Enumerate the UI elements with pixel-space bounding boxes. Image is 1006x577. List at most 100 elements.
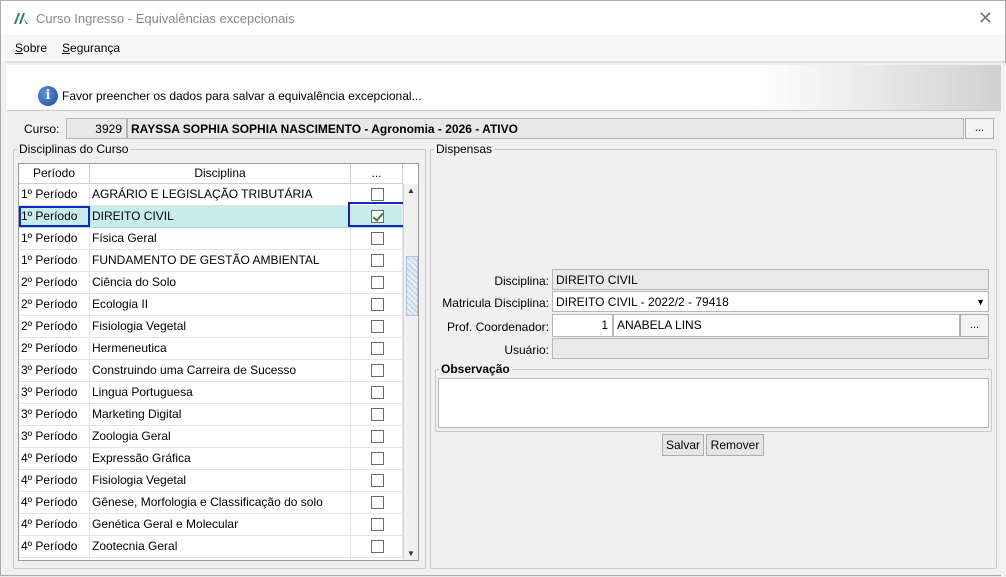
cell-disciplina[interactable]: Lingua Portuguesa: [90, 382, 351, 403]
row-checkbox[interactable]: [371, 320, 384, 333]
table-row[interactable]: 1º Período Física Geral: [19, 228, 403, 250]
curso-lookup-button[interactable]: ...: [965, 118, 994, 139]
salvar-button[interactable]: Salvar: [662, 434, 704, 456]
table-row[interactable]: 3º Período Lingua Portuguesa: [19, 382, 403, 404]
row-checkbox[interactable]: [371, 188, 384, 201]
table-row[interactable]: 4º Período Fisiologia Vegetal: [19, 470, 403, 492]
cell-periodo[interactable]: 3º Período: [19, 382, 90, 403]
scrollbar-thumb[interactable]: [406, 256, 418, 316]
cell-periodo[interactable]: 4º Período: [19, 536, 90, 557]
row-checkbox[interactable]: [371, 408, 384, 421]
cell-periodo[interactable]: 1º Período: [19, 184, 90, 205]
cell-disciplina[interactable]: Marketing Digital: [90, 404, 351, 425]
row-checkbox[interactable]: [371, 276, 384, 289]
row-checkbox[interactable]: [371, 298, 384, 311]
matricula-label: Matricula Disciplina:: [442, 296, 549, 310]
row-checkbox[interactable]: [371, 430, 384, 443]
cell-disciplina[interactable]: Ecologia II: [90, 294, 351, 315]
cell-disciplina[interactable]: Gênese, Morfologia e Classificação do so…: [90, 492, 351, 513]
matricula-selected-value: DIREITO CIVIL - 2022/2 - 79418: [556, 295, 729, 309]
cell-periodo[interactable]: 3º Período: [19, 426, 90, 447]
table-row[interactable]: 1º Período FUNDAMENTO DE GESTÃO AMBIENTAL: [19, 250, 403, 272]
usuario-field: [552, 338, 989, 359]
cell-disciplina[interactable]: Expressão Gráfica: [90, 448, 351, 469]
scroll-down-icon[interactable]: ▼: [407, 549, 415, 558]
cell-check: [351, 316, 403, 337]
cell-periodo[interactable]: 1º Período: [19, 250, 90, 271]
cell-periodo[interactable]: 3º Período: [19, 404, 90, 425]
matricula-select[interactable]: DIREITO CIVIL - 2022/2 - 79418 ▼: [552, 291, 989, 312]
row-checkbox[interactable]: [371, 210, 384, 223]
cell-disciplina[interactable]: Zoologia Geral: [90, 426, 351, 447]
cell-check: [351, 250, 403, 271]
disciplina-field: DIREITO CIVIL: [552, 269, 989, 290]
table-row[interactable]: 4º Período Gênese, Morfologia e Classific…: [19, 492, 403, 514]
coordenador-name-field[interactable]: ANABELA LINS: [613, 314, 960, 337]
cell-disciplina[interactable]: Ciência do Solo: [90, 272, 351, 293]
cell-periodo[interactable]: 1º Período: [19, 228, 90, 249]
coordenador-id-field[interactable]: 1: [552, 314, 613, 337]
window-title: Curso Ingresso - Equivalências excepcion…: [36, 11, 295, 26]
table-row[interactable]: 3º Período Construindo uma Carreira de Su…: [19, 360, 403, 382]
info-banner: i Favor preencher os dados para salvar a…: [7, 65, 1005, 111]
table-row[interactable]: 2º Período Ciência do Solo: [19, 272, 403, 294]
cell-periodo[interactable]: 4º Período: [19, 492, 90, 513]
cell-periodo[interactable]: 4º Período: [19, 470, 90, 491]
menu-bar: Sobre Segurança: [1, 35, 1005, 61]
cell-periodo[interactable]: 3º Período: [19, 360, 90, 381]
curso-name-field: RAYSSA SOPHIA SOPHIA NASCIMENTO - Agrono…: [127, 118, 964, 139]
cell-periodo[interactable]: 4º Período: [19, 514, 90, 535]
cell-periodo[interactable]: 2º Período: [19, 294, 90, 315]
table-row[interactable]: 4º Período Genética Geral e Molecular: [19, 514, 403, 536]
close-icon[interactable]: ✕: [978, 8, 993, 29]
cell-periodo[interactable]: 2º Período: [19, 272, 90, 293]
row-checkbox[interactable]: [371, 540, 384, 553]
menu-sobre-mnemonic: S: [15, 41, 24, 55]
cell-disciplina[interactable]: Fisiologia Vegetal: [90, 470, 351, 491]
chevron-down-icon[interactable]: ▼: [976, 297, 985, 307]
cell-periodo[interactable]: 4º Período: [19, 448, 90, 469]
row-checkbox[interactable]: [371, 496, 384, 509]
menu-seguranca[interactable]: Segurança: [62, 41, 120, 55]
app-logo-icon: [14, 13, 28, 24]
cell-periodo[interactable]: 1º Período: [19, 206, 90, 227]
cell-disciplina[interactable]: Genética Geral e Molecular: [90, 514, 351, 535]
cell-disciplina[interactable]: Fisiologia Vegetal: [90, 316, 351, 337]
cell-disciplina[interactable]: FUNDAMENTO DE GESTÃO AMBIENTAL: [90, 250, 351, 271]
grid-vertical-scrollbar[interactable]: ▲ ▼: [403, 184, 418, 560]
menu-sobre[interactable]: Sobre: [15, 41, 47, 55]
table-row[interactable]: 3º Período Marketing Digital: [19, 404, 403, 426]
row-checkbox[interactable]: [371, 452, 384, 465]
cell-disciplina[interactable]: Física Geral: [90, 228, 351, 249]
row-checkbox[interactable]: [371, 232, 384, 245]
table-row[interactable]: 2º Período Fisiologia Vegetal: [19, 316, 403, 338]
row-checkbox[interactable]: [371, 474, 384, 487]
header-disciplina[interactable]: Disciplina: [90, 164, 351, 183]
observacao-textarea[interactable]: [438, 378, 989, 428]
row-checkbox[interactable]: [371, 386, 384, 399]
row-checkbox[interactable]: [371, 364, 384, 377]
cell-periodo[interactable]: 2º Período: [19, 338, 90, 359]
cell-disciplina[interactable]: DIREITO CIVIL: [90, 206, 351, 227]
table-row[interactable]: 1º Período DIREITO CIVIL: [19, 206, 403, 228]
cell-disciplina[interactable]: AGRÁRIO E LEGISLAÇÃO TRIBUTÁRIA: [90, 184, 351, 205]
table-row[interactable]: 2º Período Ecologia II: [19, 294, 403, 316]
cell-disciplina[interactable]: Zootecnia Geral: [90, 536, 351, 557]
row-checkbox[interactable]: [371, 342, 384, 355]
coordenador-lookup-button[interactable]: ...: [960, 314, 989, 337]
table-row[interactable]: 2º Período Hermeneutica: [19, 338, 403, 360]
header-check[interactable]: ...: [351, 164, 403, 183]
row-checkbox[interactable]: [371, 254, 384, 267]
header-periodo[interactable]: Período: [19, 164, 90, 183]
disciplinas-group-title: Disciplinas do Curso: [17, 142, 131, 156]
table-row[interactable]: 1º Período AGRÁRIO E LEGISLAÇÃO TRIBUTÁRI…: [19, 184, 403, 206]
table-row[interactable]: 4º Período Expressão Gráfica: [19, 448, 403, 470]
cell-disciplina[interactable]: Construindo uma Carreira de Sucesso: [90, 360, 351, 381]
cell-periodo[interactable]: 2º Período: [19, 316, 90, 337]
scroll-up-icon[interactable]: ▲: [407, 186, 415, 195]
row-checkbox[interactable]: [371, 518, 384, 531]
table-row[interactable]: 4º Período Zootecnia Geral: [19, 536, 403, 558]
cell-disciplina[interactable]: Hermeneutica: [90, 338, 351, 359]
table-row[interactable]: 3º Período Zoologia Geral: [19, 426, 403, 448]
remover-button[interactable]: Remover: [706, 434, 764, 456]
